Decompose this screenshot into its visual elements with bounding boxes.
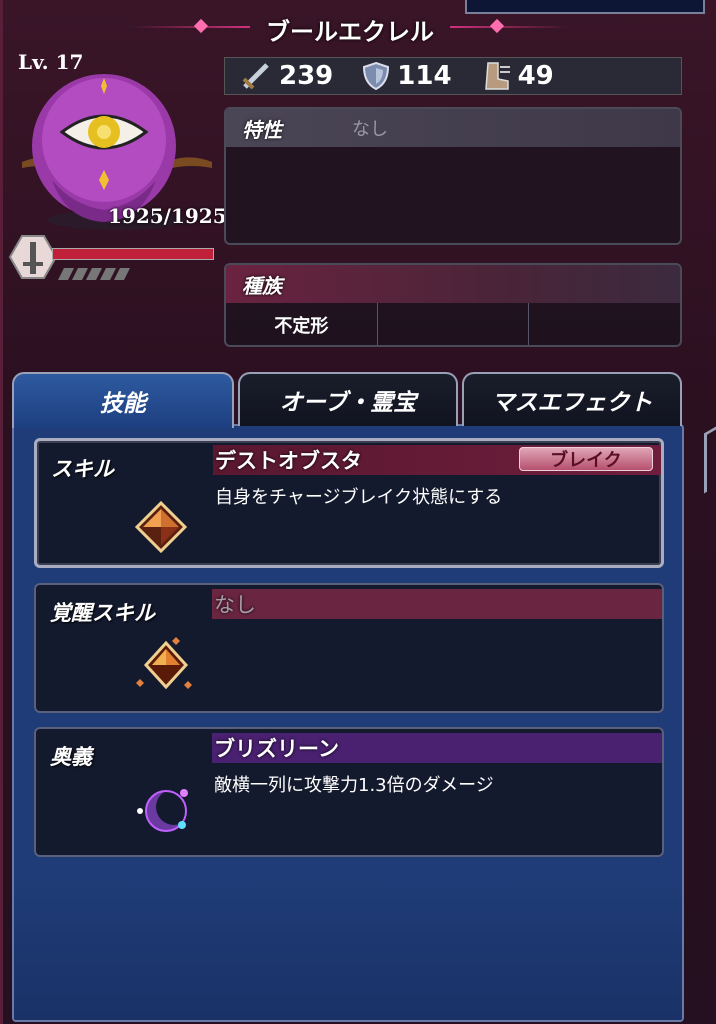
sword-icon	[242, 63, 269, 90]
speed-stat: 49	[480, 61, 554, 91]
shield-icon	[363, 61, 390, 91]
title-ornament-left	[130, 26, 250, 28]
next-page-arrow[interactable]	[704, 426, 716, 494]
skill-kind-label: スキル	[51, 457, 114, 481]
awaken-skill-card[interactable]: 覚醒スキル なし	[34, 583, 664, 713]
skill-card[interactable]: スキル デストオブスタ ブレイク 自身をチャージブレイク状態にする	[34, 438, 664, 568]
defense-value: 114	[397, 61, 452, 91]
race-cell: 不定形	[226, 303, 378, 345]
ultimate-skill-name: ブリズリーン	[214, 737, 339, 761]
defense-stat: 114	[361, 61, 452, 91]
break-badge: ブレイク	[519, 447, 653, 471]
race-label: 種族	[242, 273, 282, 298]
stats-bar: 239 114 49	[224, 57, 682, 95]
skill-name: デストオブスタ	[215, 449, 362, 473]
moon-orb-icon	[137, 789, 192, 832]
ultimate-kind-label: 奥義	[50, 745, 92, 769]
ultimate-skill-card[interactable]: 奥義 ブリズリーン 敵横一列に攻撃力1.3倍のダメージ	[34, 727, 664, 857]
ultimate-description: 敵横一列に攻撃力1.3倍のダメージ	[214, 775, 494, 796]
speed-value: 49	[517, 61, 554, 91]
ultimate-name-bar: ブリズリーン	[212, 733, 662, 763]
awaken-crystal-icon	[136, 637, 192, 690]
awaken-name-bar: なし	[212, 589, 662, 619]
attack-value: 239	[279, 61, 334, 91]
trait-header: 特性 なし	[226, 109, 680, 147]
title-ornament-right	[450, 26, 570, 28]
trait-label: 特性	[242, 117, 282, 142]
crystal-icon	[134, 500, 188, 554]
unit-name: ブールエクレル	[266, 18, 434, 46]
awaken-skill-name: なし	[214, 593, 256, 617]
race-header: 種族	[226, 265, 680, 303]
trait-value: なし	[352, 119, 388, 140]
race-cell	[378, 303, 530, 345]
hp-bar	[52, 248, 214, 260]
skill-name-bar: デストオブスタ ブレイク	[213, 445, 661, 475]
skill-description: 自身をチャージブレイク状態にする	[215, 487, 503, 508]
boot-icon	[484, 62, 510, 90]
top-decoration	[465, 0, 705, 14]
tab-skills[interactable]: 技能	[12, 372, 234, 428]
tab-mass-effect[interactable]: マスエフェクト	[462, 372, 682, 426]
awaken-kind-label: 覚醒スキル	[50, 601, 155, 625]
race-panel: 種族 不定形	[224, 263, 682, 347]
trait-panel: 特性 なし	[224, 107, 682, 245]
race-cell	[529, 303, 680, 345]
hp-value: 1925/1925	[108, 204, 227, 228]
hp-bar-fill	[53, 249, 213, 259]
tab-orb-treasure[interactable]: オーブ・霊宝	[238, 372, 458, 426]
race-cells: 不定形	[226, 303, 680, 345]
attack-stat: 239	[239, 61, 333, 91]
sword-role-icon	[8, 235, 58, 279]
break-gauge	[58, 268, 130, 280]
